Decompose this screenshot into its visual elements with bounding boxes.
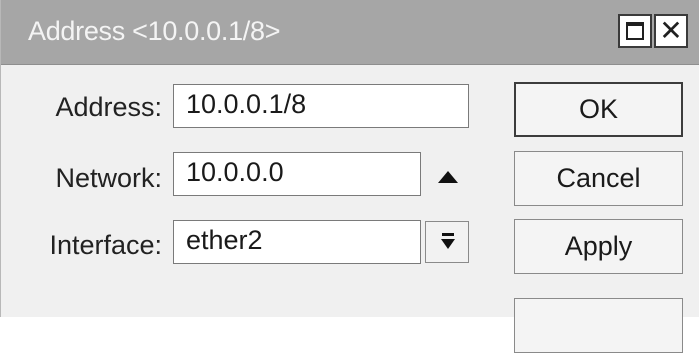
apply-button[interactable]: Apply <box>514 219 683 274</box>
title-bar[interactable]: Address <10.0.0.1/8> ✕ <box>1 0 699 65</box>
dropdown-arrow-icon <box>441 239 455 249</box>
network-field[interactable]: 10.0.0.0 <box>173 152 421 196</box>
interface-field[interactable]: ether2 <box>173 220 421 264</box>
ok-button[interactable]: OK <box>514 82 683 137</box>
maximize-icon <box>626 22 644 40</box>
dropdown-bar-icon <box>442 233 454 236</box>
address-field[interactable]: 10.0.0.1/8 <box>173 84 469 128</box>
close-icon: ✕ <box>659 15 683 46</box>
collapse-arrow-icon[interactable] <box>438 171 458 183</box>
extra-button[interactable] <box>514 298 683 353</box>
address-dialog: Address <10.0.0.1/8> ✕ Address: 10.0.0.1… <box>0 0 699 353</box>
network-label: Network: <box>55 163 162 193</box>
address-label: Address: <box>55 92 162 122</box>
close-button[interactable]: ✕ <box>654 14 688 48</box>
interface-label: Interface: <box>49 230 162 260</box>
interface-dropdown-button[interactable] <box>425 221 469 263</box>
window-title: Address <10.0.0.1/8> <box>28 16 281 46</box>
maximize-button[interactable] <box>618 14 652 48</box>
cancel-button[interactable]: Cancel <box>514 151 683 206</box>
